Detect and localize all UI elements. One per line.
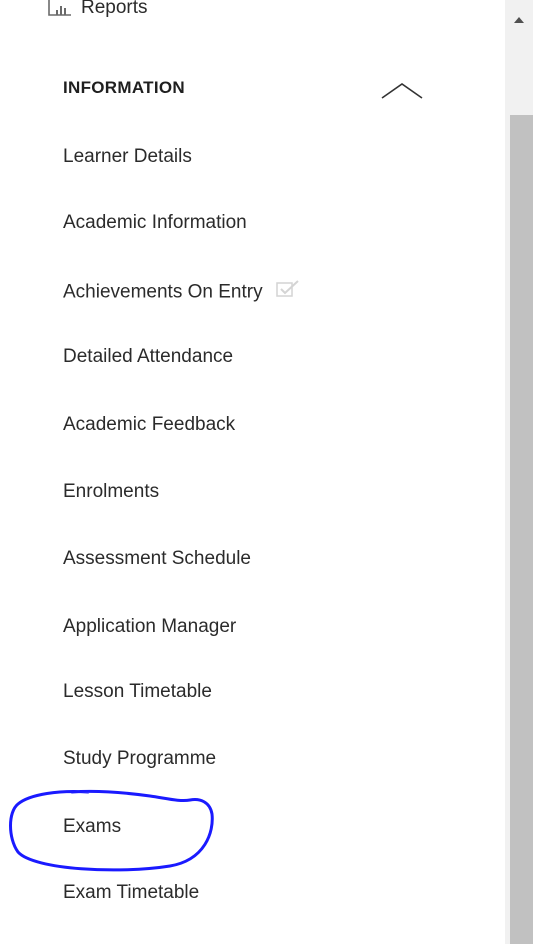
sidebar-item-lesson-timetable[interactable]: Lesson Timetable: [63, 680, 212, 704]
sidebar-item-exams[interactable]: Exams: [63, 815, 121, 839]
sidebar-item-label: Academic Feedback: [63, 414, 236, 435]
sidebar-item-study-programme[interactable]: Study Programme: [63, 747, 216, 771]
sidebar-item-academic-information[interactable]: Academic Information: [63, 211, 247, 235]
scrollbar-thumb[interactable]: [510, 115, 533, 944]
sidebar-item-label: Assessment Schedule: [63, 548, 251, 569]
sidebar-item-enrolments[interactable]: Enrolments: [63, 480, 159, 504]
sidebar-item-label: Application Manager: [63, 616, 237, 637]
sidebar-item-exam-timetable[interactable]: Exam Timetable: [63, 881, 199, 905]
sidebar-item-label: Study Programme: [63, 748, 217, 769]
sidebar-item-label: Detailed Attendance: [63, 346, 234, 367]
sidebar-item-label: Reports: [81, 0, 148, 18]
sidebar-item-assessment-schedule[interactable]: Assessment Schedule: [63, 547, 251, 571]
section-title-information: INFORMATION: [63, 78, 185, 97]
scroll-up-arrow-icon[interactable]: [505, 0, 533, 40]
sidebar-item-label: Exam Timetable: [63, 882, 200, 903]
sidebar-item-label: Achievements On Entry: [63, 281, 263, 303]
sidebar-item-academic-feedback[interactable]: Academic Feedback: [63, 413, 235, 437]
sidebar-item-detailed-attendance[interactable]: Detailed Attendance: [63, 345, 233, 369]
chevron-up-icon: [378, 83, 426, 108]
scrollbar[interactable]: [505, 0, 533, 944]
sidebar-item-label: Enrolments: [63, 481, 160, 502]
sidebar-item-label: Lesson Timetable: [63, 681, 212, 702]
sidebar-item-reports[interactable]: Reports: [47, 0, 148, 28]
sidebar-item-label: Learner Details: [63, 146, 192, 167]
sidebar-menu: Reports INFORMATION Learner Details Acad…: [0, 0, 505, 944]
sidebar-item-label: Exams: [63, 816, 122, 837]
collapse-toggle[interactable]: [378, 78, 426, 104]
sidebar-item-application-manager[interactable]: Application Manager: [63, 615, 236, 639]
page: Reports INFORMATION Learner Details Acad…: [0, 0, 533, 944]
sidebar-item-achievements-on-entry[interactable]: Achievements On Entry: [63, 280, 300, 305]
edit-check-icon: [276, 280, 300, 305]
sidebar-item-learner-details[interactable]: Learner Details: [63, 145, 192, 169]
bar-chart-icon: [47, 0, 73, 22]
sidebar-item-label: Academic Information: [63, 212, 247, 233]
